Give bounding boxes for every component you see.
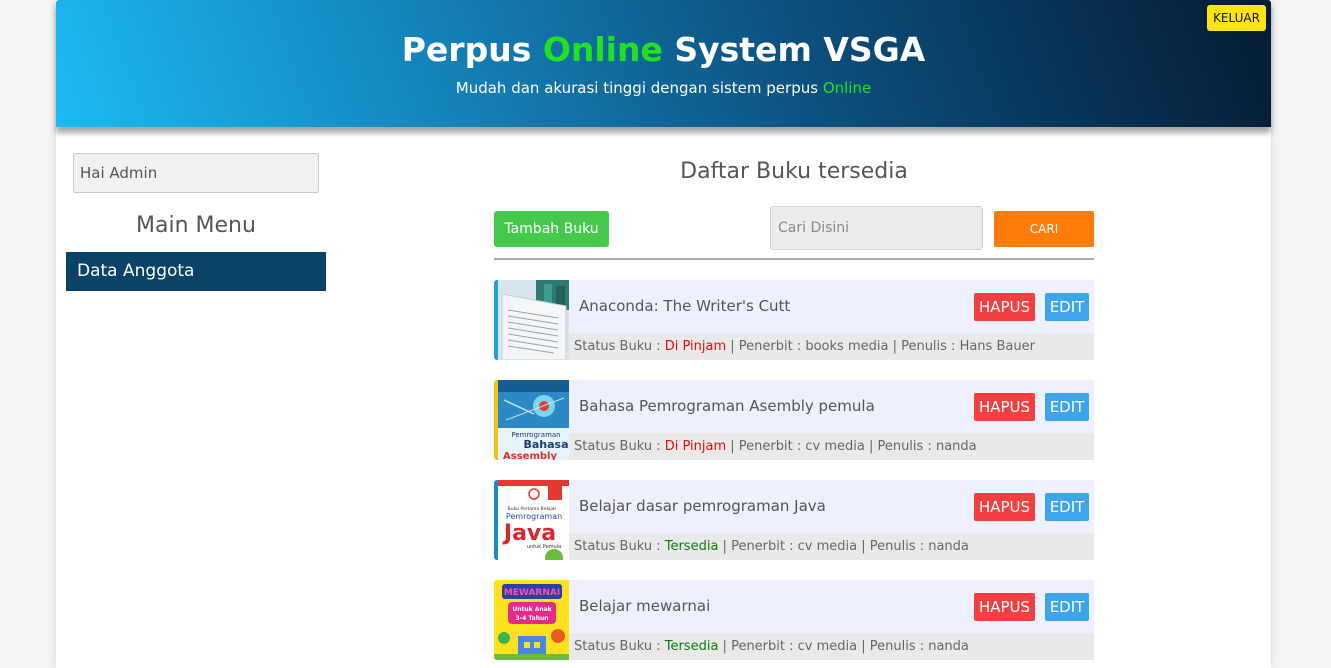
edit-button[interactable]: EDIT <box>1045 493 1089 521</box>
book-meta: Status Buku : Di Pinjam | Penerbit : boo… <box>569 333 1094 360</box>
status-value: Di Pinjam <box>664 439 727 454</box>
book-header: Belajar mewarnai HAPUS EDIT <box>569 580 1094 633</box>
cover-line: Bahasa <box>523 438 568 451</box>
site-title-part2: System VSGA <box>662 30 926 69</box>
status-label: Status Buku : <box>574 339 665 354</box>
publisher-author: | Penerbit : cv media | Penulis : nanda <box>726 439 977 454</box>
status-label: Status Buku : <box>574 639 665 654</box>
status-value: Tersedia <box>664 639 719 654</box>
status-label: Status Buku : <box>574 539 665 554</box>
edit-button[interactable]: EDIT <box>1045 393 1089 421</box>
book-header: Anaconda: The Writer's Cutt HAPUS EDIT <box>569 280 1094 333</box>
greeting-box: Hai Admin <box>73 153 319 193</box>
status-value: Tersedia <box>664 539 719 554</box>
cover-line: MEWARNAI <box>504 588 560 598</box>
book-meta: Status Buku : Tersedia | Penerbit : cv m… <box>569 633 1094 660</box>
book-item: Buku Pertama Belajar Pemrograman Java un… <box>494 480 1094 560</box>
publisher-author: | Penerbit : cv media | Penulis : nanda <box>718 539 969 554</box>
sidebar-item-data-anggota[interactable]: Data Anggota <box>66 252 326 291</box>
cover-line: untuk Pemula <box>527 544 561 550</box>
delete-button[interactable]: HAPUS <box>974 293 1035 321</box>
book-cover-image: Pemrograman Bahasa Assembly <box>494 380 569 460</box>
main-menu-title: Main Menu <box>136 213 256 238</box>
search-input[interactable] <box>770 206 983 250</box>
status-label: Status Buku : <box>574 439 665 454</box>
divider <box>494 258 1094 260</box>
book-item: Anaconda: The Writer's Cutt HAPUS EDIT S… <box>494 280 1094 360</box>
publisher-author: | Penerbit : books media | Penulis : Han… <box>726 339 1035 354</box>
book-title: Belajar mewarnai <box>579 597 711 615</box>
site-title-highlight: Online <box>542 30 663 69</box>
delete-button[interactable]: HAPUS <box>974 493 1035 521</box>
book-header: Bahasa Pemrograman Asembly pemula HAPUS … <box>569 380 1094 433</box>
subtitle-text: Mudah dan akurasi tinggi dengan sistem p… <box>455 79 823 97</box>
book-header: Belajar dasar pemrograman Java HAPUS EDI… <box>569 480 1094 533</box>
book-meta: Status Buku : Di Pinjam | Penerbit : cv … <box>569 433 1094 460</box>
site-title-part1: Perpus <box>401 30 543 69</box>
cover-line: Pemrograman <box>506 512 562 521</box>
publisher-author: | Penerbit : cv media | Penulis : nanda <box>718 639 969 654</box>
site-subtitle: Mudah dan akurasi tinggi dengan sistem p… <box>56 79 1271 97</box>
book-cover-image: MEWARNAI Untuk Anak 3-4 Tahun <box>494 580 569 660</box>
add-book-button[interactable]: Tambah Buku <box>494 211 609 247</box>
site-header: Perpus Online System VSGA Mudah dan akur… <box>56 0 1271 127</box>
book-meta: Status Buku : Tersedia | Penerbit : cv m… <box>569 533 1094 560</box>
delete-button[interactable]: HAPUS <box>974 393 1035 421</box>
edit-button[interactable]: EDIT <box>1045 293 1089 321</box>
book-cover-image <box>494 280 569 360</box>
book-title: Belajar dasar pemrograman Java <box>579 497 826 515</box>
book-item: MEWARNAI Untuk Anak 3-4 Tahun Belajar me… <box>494 580 1094 660</box>
delete-button[interactable]: HAPUS <box>974 593 1035 621</box>
book-title: Anaconda: The Writer's Cutt <box>579 297 791 315</box>
cover-line: Java <box>502 521 556 546</box>
page-container: Perpus Online System VSGA Mudah dan akur… <box>56 0 1271 668</box>
cover-line: Untuk Anak <box>512 606 552 613</box>
page-title: Daftar Buku tersedia <box>680 159 908 184</box>
logout-button[interactable]: KELUAR <box>1207 5 1266 31</box>
cover-line: Assembly <box>503 451 557 460</box>
search-button[interactable]: CARI <box>994 211 1094 247</box>
subtitle-highlight: Online <box>822 79 872 97</box>
book-cover-image: Buku Pertama Belajar Pemrograman Java un… <box>494 480 569 560</box>
book-item: Pemrograman Bahasa Assembly Bahasa Pemro… <box>494 380 1094 460</box>
site-title: Perpus Online System VSGA <box>56 30 1271 69</box>
cover-line: 3-4 Tahun <box>515 615 548 622</box>
book-title: Bahasa Pemrograman Asembly pemula <box>579 397 875 415</box>
status-value: Di Pinjam <box>664 339 727 354</box>
edit-button[interactable]: EDIT <box>1045 593 1089 621</box>
